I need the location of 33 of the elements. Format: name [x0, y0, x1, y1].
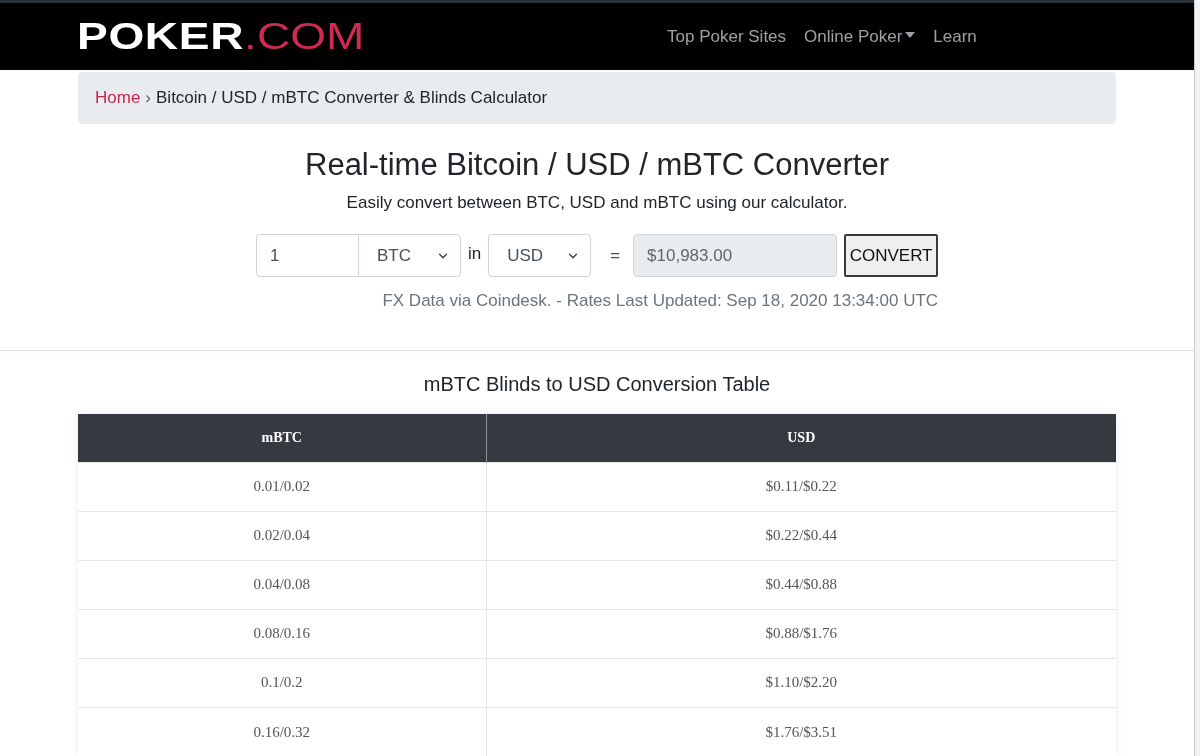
- equals-sign: =: [610, 245, 621, 267]
- nav-link[interactable]: Top Poker Sites: [658, 23, 796, 50]
- table-cell: 0.01/0.02: [78, 462, 486, 511]
- amount-input[interactable]: 1: [255, 234, 359, 277]
- nav-link[interactable]: Learn: [924, 23, 986, 50]
- table-cell: $0.88/$1.76: [486, 609, 1116, 658]
- table-cell: 0.1/0.2: [78, 658, 486, 707]
- table-title: mBTC Blinds to USD Conversion Table: [422, 372, 772, 397]
- table-cell: 0.16/0.32: [78, 707, 486, 756]
- table-cell: 0.04/0.08: [78, 560, 486, 609]
- column-header: mBTC: [78, 414, 486, 462]
- site-logo[interactable]: POKER.COM: [77, 18, 365, 55]
- breadcrumb-separator: ›: [145, 87, 152, 110]
- result-field[interactable]: $10,983.00: [633, 234, 838, 277]
- table-cell: $1.76/$3.51: [486, 707, 1116, 756]
- table-cell: $0.11/$0.22: [486, 462, 1116, 511]
- breadcrumb-link[interactable]: Home: [95, 85, 141, 111]
- to-currency-select[interactable]: USD: [488, 234, 592, 277]
- in-label: in: [467, 243, 482, 265]
- table-cell: 0.02/0.04: [78, 511, 486, 560]
- from-currency-select[interactable]: BTC: [357, 234, 461, 277]
- rates-source-note: FX Data via Coindesk. - Rates Last Updated: Sep 18, 2020 13:34:00 UTC: [382, 290, 939, 312]
- caret-icon: [905, 31, 916, 38]
- table-cell: $0.22/$0.44: [486, 511, 1116, 560]
- page-subtitle: Easily convert between BTC, USD and mBTC using our calculator.: [345, 192, 849, 214]
- column-header: USD: [486, 414, 1116, 462]
- table-cell: $1.10/$2.20: [486, 658, 1116, 707]
- table-cell: $0.44/$0.88: [486, 560, 1116, 609]
- convert-button[interactable]: CONVERT: [844, 234, 939, 277]
- breadcrumb-current: Bitcoin / USD / mBTC Converter & Blinds Calculator: [156, 87, 548, 110]
- page-title: Real-time Bitcoin / USD / mBTC Converter: [304, 146, 890, 184]
- table-cell: 0.08/0.16: [78, 609, 486, 658]
- nav-dropdown[interactable]: Online Poker: [795, 23, 925, 50]
